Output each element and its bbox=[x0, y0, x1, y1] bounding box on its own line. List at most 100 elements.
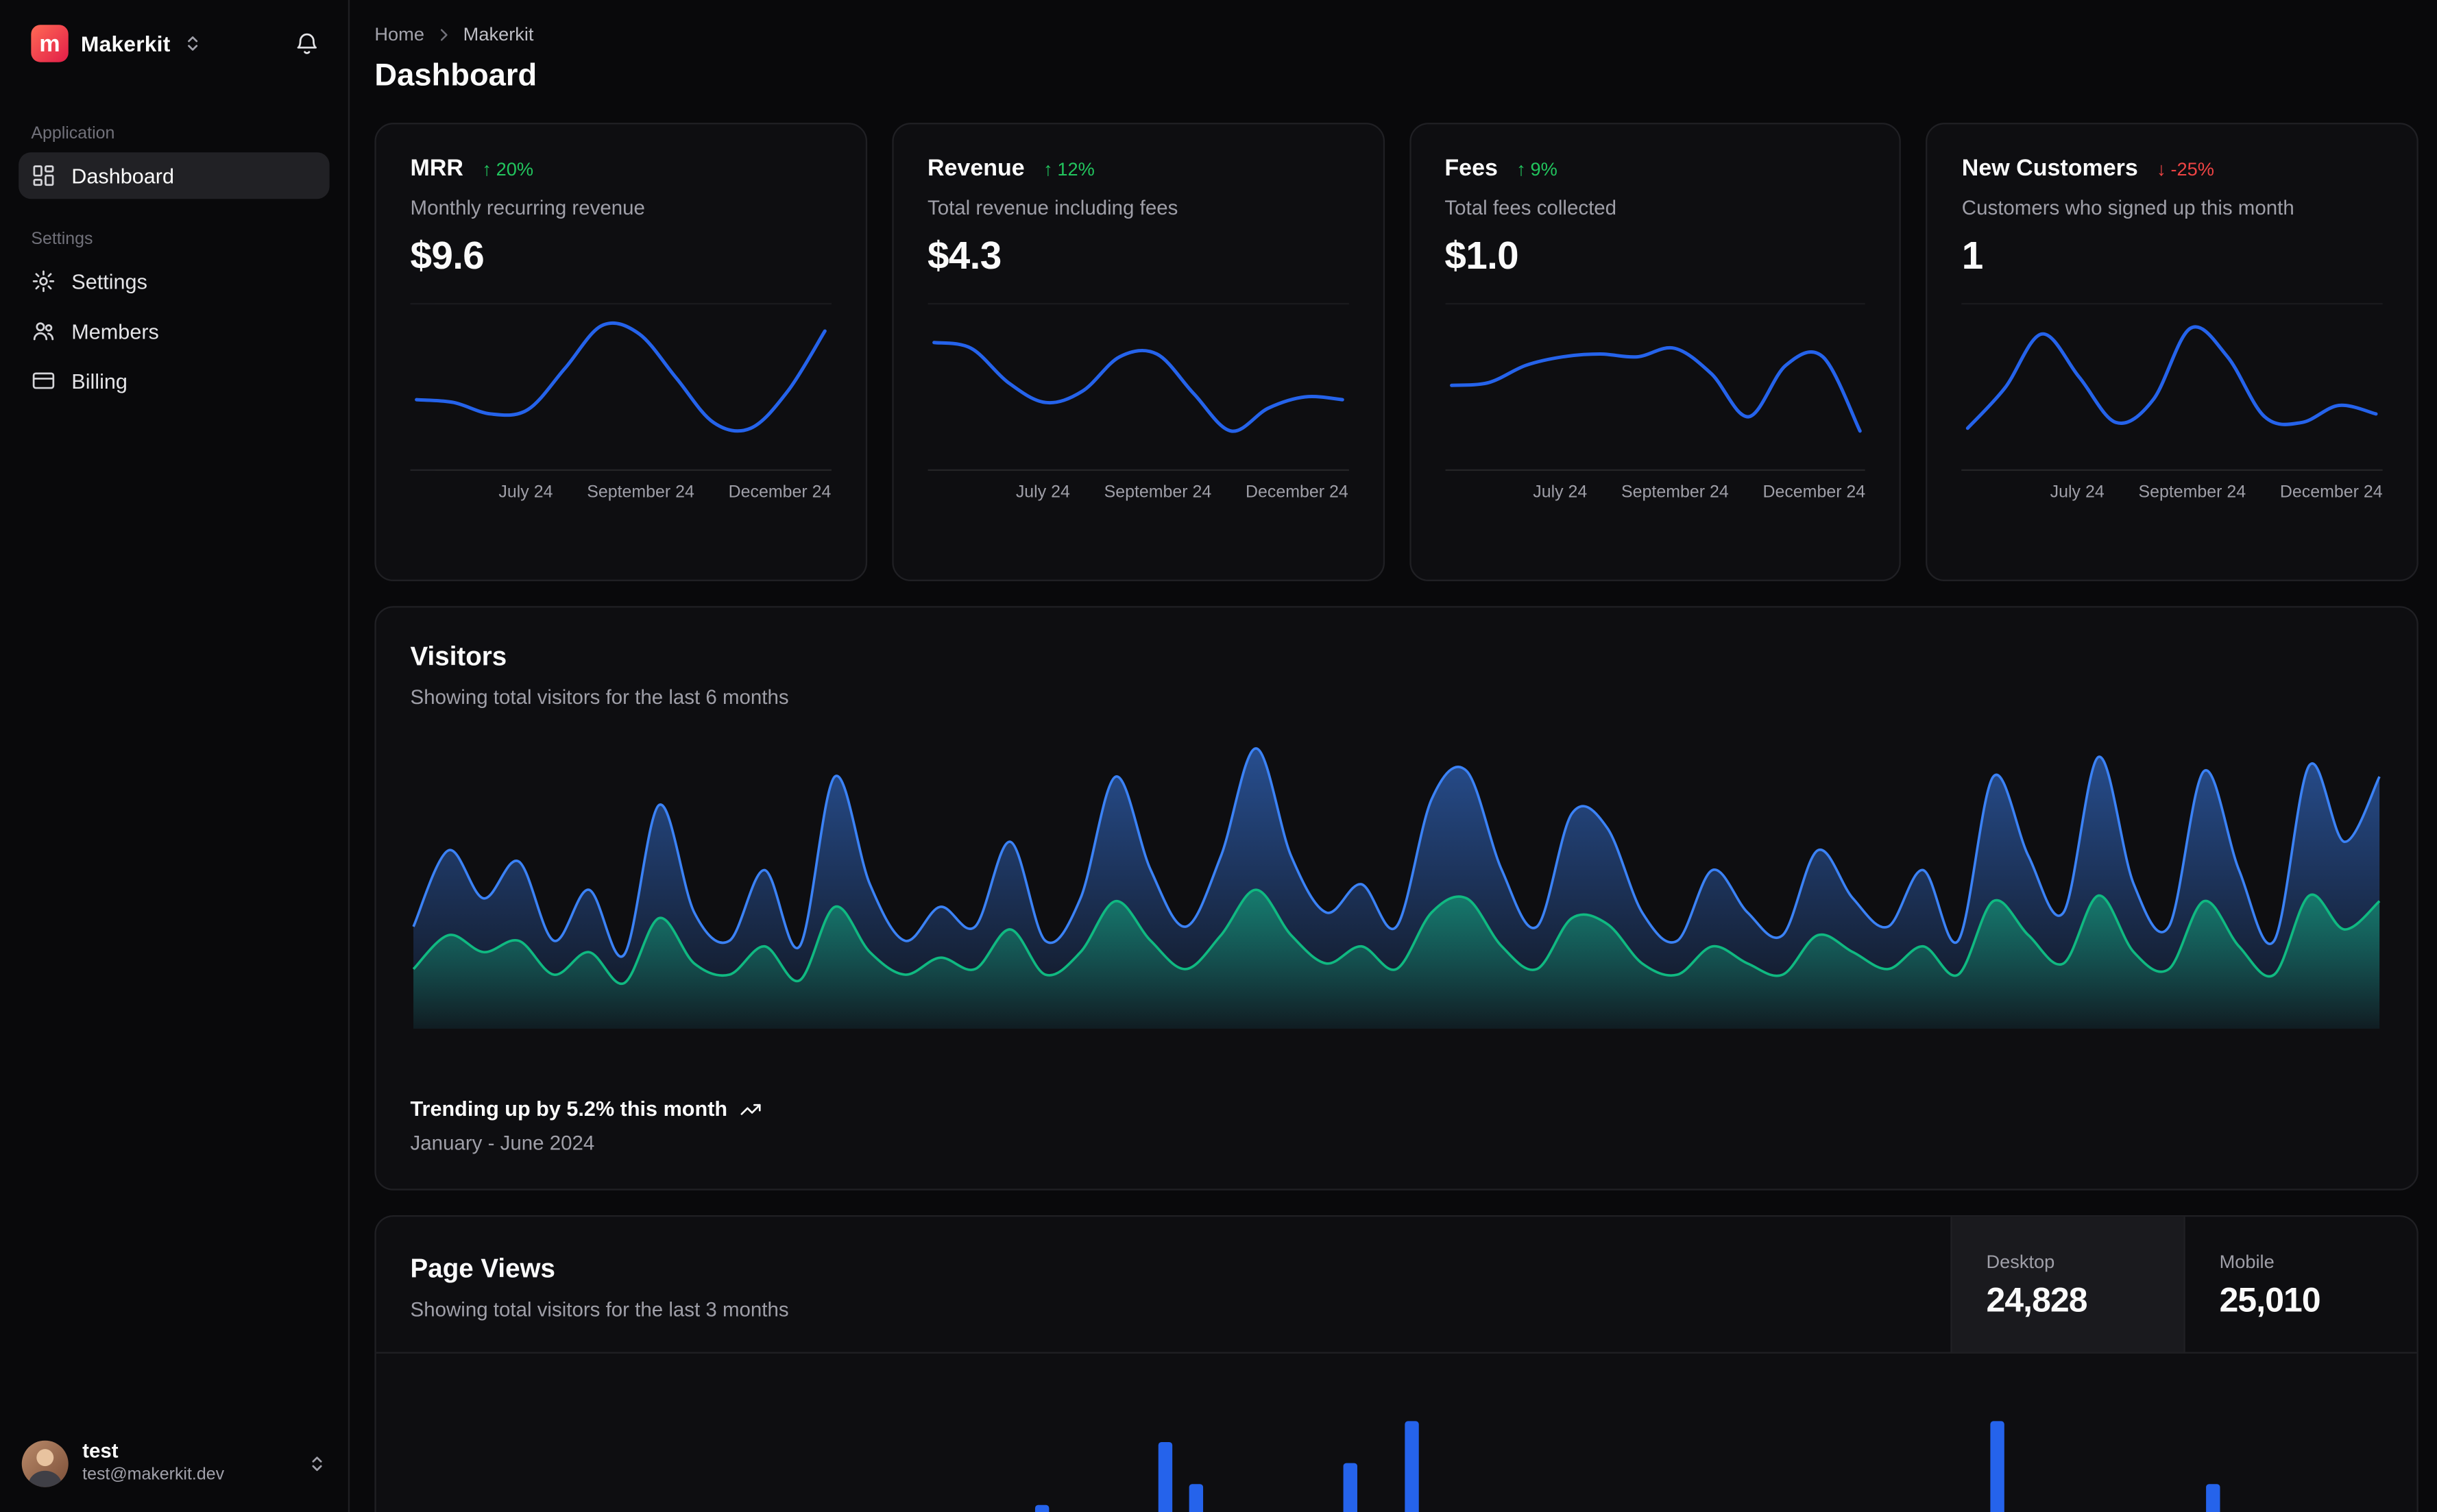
stat-title: Fees bbox=[1444, 155, 1498, 182]
toggle-label: Mobile bbox=[2219, 1251, 2275, 1273]
sidebar-item-label: Dashboard bbox=[71, 164, 175, 188]
trend-badge: ↓ -25% bbox=[2157, 158, 2214, 180]
page-views-toggles: Desktop 24,828 Mobile 25,010 bbox=[1950, 1217, 2416, 1352]
sidebar-header: m Makerkit bbox=[19, 16, 329, 69]
breadcrumb-home[interactable]: Home bbox=[374, 23, 424, 45]
workspace-name: Makerkit bbox=[80, 31, 171, 56]
x-tick: July 24 bbox=[498, 483, 553, 502]
toggle-mobile[interactable]: Mobile 25,010 bbox=[2183, 1217, 2416, 1352]
page-views-subtitle: Showing total visitors for the last 3 mo… bbox=[410, 1297, 789, 1321]
app-window: m Makerkit Application Dashboard Setting… bbox=[0, 0, 2437, 1512]
user-avatar bbox=[21, 1440, 69, 1487]
sidebar-item-label: Members bbox=[71, 319, 159, 343]
stat-value: 1 bbox=[1961, 234, 1984, 278]
page-views-chart-area bbox=[376, 1354, 2417, 1512]
x-tick: September 24 bbox=[1104, 483, 1212, 502]
trend-value: -25% bbox=[2170, 158, 2214, 180]
toggle-desktop[interactable]: Desktop 24,828 bbox=[1950, 1217, 2184, 1352]
sidebar-item-billing[interactable]: Billing bbox=[19, 357, 329, 404]
notifications-button[interactable] bbox=[287, 24, 326, 63]
trend-value: 20% bbox=[496, 158, 534, 180]
user-meta: test test@makerkit.dev bbox=[82, 1439, 293, 1487]
dashboard-icon bbox=[33, 165, 54, 186]
x-tick: September 24 bbox=[587, 483, 694, 502]
x-axis-labels: July 24 September 24 December 24 bbox=[1962, 483, 2383, 502]
stat-subtitle: Total revenue including fees bbox=[927, 195, 1178, 219]
trend-up-icon: ↑ bbox=[1516, 158, 1526, 180]
user-menu[interactable]: test test@makerkit.dev bbox=[19, 1435, 329, 1493]
sidebar-item-members[interactable]: Members bbox=[19, 308, 329, 354]
visitors-period: January - June 2024 bbox=[410, 1131, 595, 1155]
nav-section-application: Application bbox=[31, 124, 115, 143]
x-tick: September 24 bbox=[1621, 483, 1729, 502]
x-axis-labels: July 24 September 24 December 24 bbox=[411, 483, 832, 502]
trend-value: 12% bbox=[1057, 158, 1095, 180]
gear-icon bbox=[32, 270, 55, 293]
sidebar: m Makerkit Application Dashboard Setting… bbox=[0, 0, 350, 1512]
x-tick: July 24 bbox=[1533, 483, 1588, 502]
trend-value: 9% bbox=[1530, 158, 1557, 180]
stat-card-new-customers: New Customers ↓ -25% Customers who signed… bbox=[1926, 123, 2418, 581]
user-email: test@makerkit.dev bbox=[82, 1465, 225, 1485]
page-views-header: Page Views Showing total visitors for th… bbox=[376, 1217, 2417, 1354]
chevrons-up-down-icon bbox=[187, 36, 197, 51]
x-tick: December 24 bbox=[1246, 483, 1348, 502]
stat-title: New Customers bbox=[1961, 155, 2138, 182]
sidebar-item-label: Settings bbox=[71, 269, 147, 293]
stat-card-row: MRR ↑ 20% Monthly recurring revenue $9.6 … bbox=[374, 123, 2418, 581]
sidebar-item-dashboard[interactable]: Dashboard bbox=[19, 152, 330, 199]
stat-value: $9.6 bbox=[410, 234, 485, 278]
mrr-sparkline-chart bbox=[415, 321, 827, 433]
customers-sparkline-chart bbox=[1966, 325, 2379, 430]
visitors-subtitle: Showing total visitors for the last 6 mo… bbox=[410, 685, 789, 709]
toggle-value: 24,828 bbox=[1986, 1280, 2088, 1319]
sidebar-item-settings[interactable]: Settings bbox=[19, 258, 329, 304]
chevrons-up-down-icon bbox=[312, 1456, 322, 1472]
page-title: Dashboard bbox=[374, 59, 537, 94]
breadcrumb: Home Makerkit bbox=[374, 23, 2418, 45]
x-tick: December 24 bbox=[2279, 483, 2383, 502]
stat-subtitle: Monthly recurring revenue bbox=[410, 195, 645, 219]
stat-value: $1.0 bbox=[1444, 234, 1519, 278]
page-views-bar-chart bbox=[1034, 1421, 2220, 1512]
visitors-footer: Trending up by 5.2% this month bbox=[411, 1097, 2383, 1121]
page-views-title: Page Views bbox=[410, 1254, 555, 1284]
visitors-card: Visitors Showing total visitors for the … bbox=[374, 606, 2418, 1191]
stat-title: Revenue bbox=[927, 155, 1025, 182]
stat-title: MRR bbox=[410, 155, 464, 182]
stat-value: $4.3 bbox=[927, 234, 1002, 278]
toggle-label: Desktop bbox=[1986, 1251, 2055, 1273]
stat-subtitle: Customers who signed up this month bbox=[1961, 195, 2294, 219]
trend-badge: ↑ 12% bbox=[1043, 158, 1095, 180]
stat-subtitle: Total fees collected bbox=[1444, 195, 1617, 219]
x-tick: December 24 bbox=[728, 483, 832, 502]
x-tick: December 24 bbox=[1762, 483, 1866, 502]
trend-badge: ↑ 9% bbox=[1516, 158, 1557, 180]
trend-up-icon: ↑ bbox=[482, 158, 492, 180]
trend-badge: ↑ 20% bbox=[482, 158, 533, 180]
x-axis-labels: July 24 September 24 December 24 bbox=[1444, 483, 1865, 502]
bell-icon bbox=[297, 32, 317, 53]
x-tick: July 24 bbox=[2050, 483, 2105, 502]
user-name: test bbox=[82, 1439, 119, 1463]
breadcrumb-current: Makerkit bbox=[463, 23, 534, 45]
fees-sparkline-chart bbox=[1448, 345, 1861, 433]
toggle-value: 25,010 bbox=[2219, 1280, 2321, 1319]
makerkit-logo: m bbox=[31, 25, 69, 62]
sidebar-item-label: Billing bbox=[71, 369, 128, 393]
x-axis-labels: July 24 September 24 December 24 bbox=[927, 483, 1348, 502]
x-tick: July 24 bbox=[1015, 483, 1070, 502]
chevron-right-icon bbox=[440, 28, 448, 40]
workspace-selector[interactable]: m Makerkit bbox=[25, 19, 208, 69]
visitors-title: Visitors bbox=[410, 642, 507, 672]
revenue-sparkline-chart bbox=[932, 341, 1344, 433]
visitors-area-chart bbox=[412, 747, 2381, 1029]
stat-card-mrr: MRR ↑ 20% Monthly recurring revenue $9.6 … bbox=[374, 123, 867, 581]
credit-card-icon bbox=[32, 372, 55, 389]
members-icon bbox=[33, 322, 54, 341]
x-tick: September 24 bbox=[2138, 483, 2246, 502]
stat-card-fees: Fees ↑ 9% Total fees collected $1.0 July … bbox=[1409, 123, 1902, 581]
main-content: Home Makerkit Dashboard MRR ↑ 20% Monthly… bbox=[350, 0, 2437, 1512]
stat-card-revenue: Revenue ↑ 12% Total revenue including fee… bbox=[891, 123, 1384, 581]
nav-section-settings: Settings bbox=[31, 230, 93, 249]
